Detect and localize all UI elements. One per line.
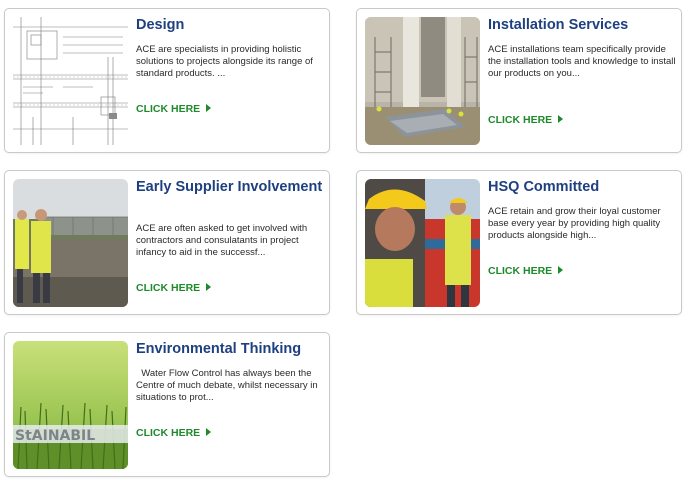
card-title[interactable]: Early Supplier Involvement <box>136 179 324 196</box>
click-here-link[interactable]: CLICK HERE <box>136 427 212 439</box>
card-description: Water Flow Control has always been the C… <box>136 368 321 403</box>
site-workers-image[interactable] <box>13 179 128 307</box>
click-here-label: CLICK HERE <box>136 282 201 294</box>
card-design: Design ACE are specialists in providing … <box>4 8 330 153</box>
card-description: ACE are often asked to get involved with… <box>136 223 308 258</box>
arrow-right-icon <box>206 283 212 291</box>
card-title[interactable]: Environmental Thinking <box>136 341 324 358</box>
card-description: ACE installations team specifically prov… <box>488 44 676 79</box>
click-here-link[interactable]: CLICK HERE <box>488 114 564 126</box>
click-here-label: CLICK HERE <box>136 427 201 439</box>
click-here-label: CLICK HERE <box>488 114 553 126</box>
arrow-right-icon <box>558 266 564 274</box>
arrow-right-icon <box>206 428 212 436</box>
card-title[interactable]: HSQ Committed <box>488 179 676 196</box>
card-title[interactable]: Installation Services <box>488 17 676 34</box>
card-description: ACE retain and grow their loyal customer… <box>488 206 661 241</box>
card-description: ACE are specialists in providing holisti… <box>136 44 313 79</box>
click-here-link[interactable]: CLICK HERE <box>136 103 212 115</box>
click-here-link[interactable]: CLICK HERE <box>136 282 212 294</box>
design-drawing-image[interactable] <box>13 17 128 145</box>
installation-site-image[interactable] <box>365 17 480 145</box>
hard-hat-worker-image[interactable] <box>365 179 480 307</box>
click-here-label: CLICK HERE <box>488 265 553 277</box>
arrow-right-icon <box>558 115 564 123</box>
card-hsq-committed: HSQ Committed ACE retain and grow their … <box>356 170 682 315</box>
card-title[interactable]: Design <box>136 17 324 34</box>
card-early-supplier-involvement: Early Supplier Involvement ACE are often… <box>4 170 330 315</box>
sustainability-image-text: StAINABIL <box>15 428 95 444</box>
sustainability-grass-image[interactable]: StAINABIL <box>13 341 128 469</box>
click-here-label: CLICK HERE <box>136 103 201 115</box>
arrow-right-icon <box>206 104 212 112</box>
card-installation-services: Installation Services ACE installations … <box>356 8 682 153</box>
click-here-link[interactable]: CLICK HERE <box>488 265 564 277</box>
card-environmental-thinking: StAINABIL Environmental Thinking Water F… <box>4 332 330 477</box>
